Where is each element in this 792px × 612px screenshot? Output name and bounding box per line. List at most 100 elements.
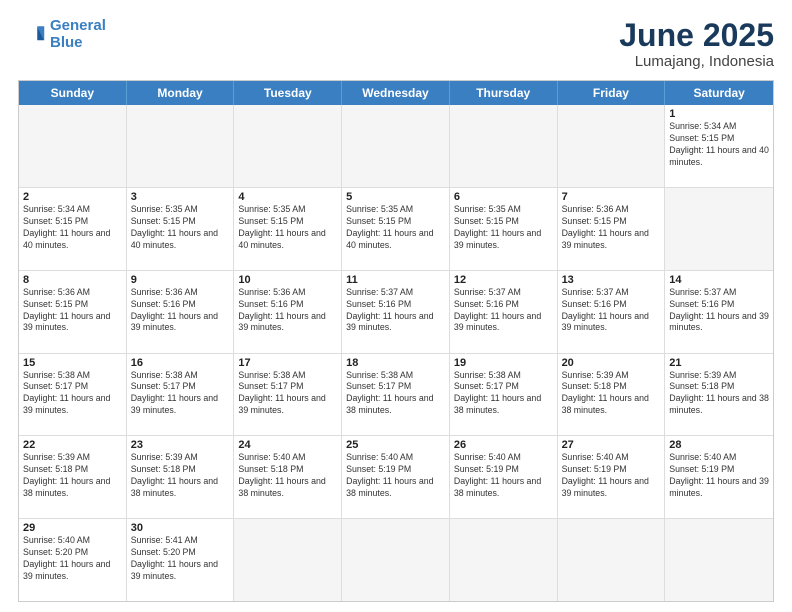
- day-number: 15: [23, 357, 122, 369]
- cal-cell-2-2: 3Sunrise: 5:35 AM Sunset: 5:15 PM Daylig…: [127, 188, 235, 270]
- day-info: Sunrise: 5:40 AM Sunset: 5:19 PM Dayligh…: [346, 452, 445, 500]
- logo-line1: General: [50, 17, 106, 34]
- day-number: 10: [238, 274, 337, 286]
- calendar-header: Sunday Monday Tuesday Wednesday Thursday…: [19, 81, 773, 105]
- cal-cell-1-5: [450, 105, 558, 187]
- cal-cell-4-5: 19Sunrise: 5:38 AM Sunset: 5:17 PM Dayli…: [450, 354, 558, 436]
- cal-cell-3-7: 14Sunrise: 5:37 AM Sunset: 5:16 PM Dayli…: [665, 271, 773, 353]
- week-row-4: 15Sunrise: 5:38 AM Sunset: 5:17 PM Dayli…: [19, 353, 773, 436]
- cal-cell-6-3: [234, 519, 342, 601]
- day-info: Sunrise: 5:35 AM Sunset: 5:15 PM Dayligh…: [346, 204, 445, 252]
- day-number: 16: [131, 357, 230, 369]
- day-info: Sunrise: 5:37 AM Sunset: 5:16 PM Dayligh…: [669, 287, 769, 335]
- cal-cell-1-1: [19, 105, 127, 187]
- cal-cell-4-6: 20Sunrise: 5:39 AM Sunset: 5:18 PM Dayli…: [558, 354, 666, 436]
- cal-cell-6-7: [665, 519, 773, 601]
- week-row-3: 8Sunrise: 5:36 AM Sunset: 5:15 PM Daylig…: [19, 270, 773, 353]
- day-number: 24: [238, 439, 337, 451]
- day-number: 27: [562, 439, 661, 451]
- day-number: 23: [131, 439, 230, 451]
- day-info: Sunrise: 5:39 AM Sunset: 5:18 PM Dayligh…: [23, 452, 122, 500]
- day-info: Sunrise: 5:37 AM Sunset: 5:16 PM Dayligh…: [454, 287, 553, 335]
- week-row-6: 29Sunrise: 5:40 AM Sunset: 5:20 PM Dayli…: [19, 518, 773, 601]
- day-info: Sunrise: 5:35 AM Sunset: 5:15 PM Dayligh…: [454, 204, 553, 252]
- header-sunday: Sunday: [19, 81, 127, 105]
- cal-cell-6-2: 30Sunrise: 5:41 AM Sunset: 5:20 PM Dayli…: [127, 519, 235, 601]
- calendar-subtitle: Lumajang, Indonesia: [619, 53, 774, 70]
- calendar: Sunday Monday Tuesday Wednesday Thursday…: [18, 80, 774, 602]
- day-number: 1: [669, 108, 769, 120]
- day-info: Sunrise: 5:38 AM Sunset: 5:17 PM Dayligh…: [23, 370, 122, 418]
- cal-cell-6-4: [342, 519, 450, 601]
- day-number: 21: [669, 357, 769, 369]
- day-info: Sunrise: 5:34 AM Sunset: 5:15 PM Dayligh…: [23, 204, 122, 252]
- cal-cell-2-3: 4Sunrise: 5:35 AM Sunset: 5:15 PM Daylig…: [234, 188, 342, 270]
- cal-cell-6-6: [558, 519, 666, 601]
- day-info: Sunrise: 5:36 AM Sunset: 5:15 PM Dayligh…: [562, 204, 661, 252]
- day-info: Sunrise: 5:36 AM Sunset: 5:16 PM Dayligh…: [238, 287, 337, 335]
- day-number: 12: [454, 274, 553, 286]
- cal-cell-3-6: 13Sunrise: 5:37 AM Sunset: 5:16 PM Dayli…: [558, 271, 666, 353]
- cal-cell-2-4: 5Sunrise: 5:35 AM Sunset: 5:15 PM Daylig…: [342, 188, 450, 270]
- header: General Blue June 2025 Lumajang, Indones…: [18, 18, 774, 70]
- day-info: Sunrise: 5:39 AM Sunset: 5:18 PM Dayligh…: [562, 370, 661, 418]
- day-info: Sunrise: 5:37 AM Sunset: 5:16 PM Dayligh…: [346, 287, 445, 335]
- cal-cell-5-3: 24Sunrise: 5:40 AM Sunset: 5:18 PM Dayli…: [234, 436, 342, 518]
- cal-cell-2-6: 7Sunrise: 5:36 AM Sunset: 5:15 PM Daylig…: [558, 188, 666, 270]
- cal-cell-1-3: [234, 105, 342, 187]
- cal-cell-1-4: [342, 105, 450, 187]
- header-friday: Friday: [558, 81, 666, 105]
- day-info: Sunrise: 5:35 AM Sunset: 5:15 PM Dayligh…: [238, 204, 337, 252]
- cal-cell-5-1: 22Sunrise: 5:39 AM Sunset: 5:18 PM Dayli…: [19, 436, 127, 518]
- cal-cell-4-4: 18Sunrise: 5:38 AM Sunset: 5:17 PM Dayli…: [342, 354, 450, 436]
- cal-cell-5-5: 26Sunrise: 5:40 AM Sunset: 5:19 PM Dayli…: [450, 436, 558, 518]
- cal-cell-1-2: [127, 105, 235, 187]
- day-number: 2: [23, 191, 122, 203]
- logo-icon: [18, 21, 46, 49]
- day-number: 25: [346, 439, 445, 451]
- cal-cell-3-2: 9Sunrise: 5:36 AM Sunset: 5:16 PM Daylig…: [127, 271, 235, 353]
- day-number: 6: [454, 191, 553, 203]
- day-info: Sunrise: 5:39 AM Sunset: 5:18 PM Dayligh…: [131, 452, 230, 500]
- cal-cell-4-2: 16Sunrise: 5:38 AM Sunset: 5:17 PM Dayli…: [127, 354, 235, 436]
- day-info: Sunrise: 5:37 AM Sunset: 5:16 PM Dayligh…: [562, 287, 661, 335]
- title-block: June 2025 Lumajang, Indonesia: [619, 18, 774, 70]
- week-row-1: 1Sunrise: 5:34 AM Sunset: 5:15 PM Daylig…: [19, 105, 773, 187]
- day-info: Sunrise: 5:41 AM Sunset: 5:20 PM Dayligh…: [131, 535, 230, 583]
- cal-cell-5-4: 25Sunrise: 5:40 AM Sunset: 5:19 PM Dayli…: [342, 436, 450, 518]
- day-number: 28: [669, 439, 769, 451]
- day-number: 9: [131, 274, 230, 286]
- calendar-body: 1Sunrise: 5:34 AM Sunset: 5:15 PM Daylig…: [19, 105, 773, 601]
- day-number: 18: [346, 357, 445, 369]
- week-row-5: 22Sunrise: 5:39 AM Sunset: 5:18 PM Dayli…: [19, 435, 773, 518]
- day-info: Sunrise: 5:34 AM Sunset: 5:15 PM Dayligh…: [669, 121, 769, 169]
- header-tuesday: Tuesday: [234, 81, 342, 105]
- cal-cell-4-1: 15Sunrise: 5:38 AM Sunset: 5:17 PM Dayli…: [19, 354, 127, 436]
- day-number: 19: [454, 357, 553, 369]
- day-info: Sunrise: 5:36 AM Sunset: 5:16 PM Dayligh…: [131, 287, 230, 335]
- day-number: 11: [346, 274, 445, 286]
- day-info: Sunrise: 5:40 AM Sunset: 5:18 PM Dayligh…: [238, 452, 337, 500]
- day-info: Sunrise: 5:39 AM Sunset: 5:18 PM Dayligh…: [669, 370, 769, 418]
- day-number: 22: [23, 439, 122, 451]
- cal-cell-5-7: 28Sunrise: 5:40 AM Sunset: 5:19 PM Dayli…: [665, 436, 773, 518]
- cal-cell-3-3: 10Sunrise: 5:36 AM Sunset: 5:16 PM Dayli…: [234, 271, 342, 353]
- cal-cell-4-7: 21Sunrise: 5:39 AM Sunset: 5:18 PM Dayli…: [665, 354, 773, 436]
- header-saturday: Saturday: [665, 81, 773, 105]
- page: General Blue June 2025 Lumajang, Indones…: [0, 0, 792, 612]
- day-info: Sunrise: 5:38 AM Sunset: 5:17 PM Dayligh…: [346, 370, 445, 418]
- cal-cell-2-5: 6Sunrise: 5:35 AM Sunset: 5:15 PM Daylig…: [450, 188, 558, 270]
- cal-cell-2-7: [665, 188, 773, 270]
- cal-cell-5-2: 23Sunrise: 5:39 AM Sunset: 5:18 PM Dayli…: [127, 436, 235, 518]
- day-number: 26: [454, 439, 553, 451]
- day-number: 17: [238, 357, 337, 369]
- logo-line2: Blue: [50, 34, 83, 51]
- day-number: 7: [562, 191, 661, 203]
- header-thursday: Thursday: [450, 81, 558, 105]
- day-info: Sunrise: 5:38 AM Sunset: 5:17 PM Dayligh…: [454, 370, 553, 418]
- day-info: Sunrise: 5:40 AM Sunset: 5:19 PM Dayligh…: [454, 452, 553, 500]
- cal-cell-3-1: 8Sunrise: 5:36 AM Sunset: 5:15 PM Daylig…: [19, 271, 127, 353]
- day-info: Sunrise: 5:36 AM Sunset: 5:15 PM Dayligh…: [23, 287, 122, 335]
- day-number: 30: [131, 522, 230, 534]
- day-number: 8: [23, 274, 122, 286]
